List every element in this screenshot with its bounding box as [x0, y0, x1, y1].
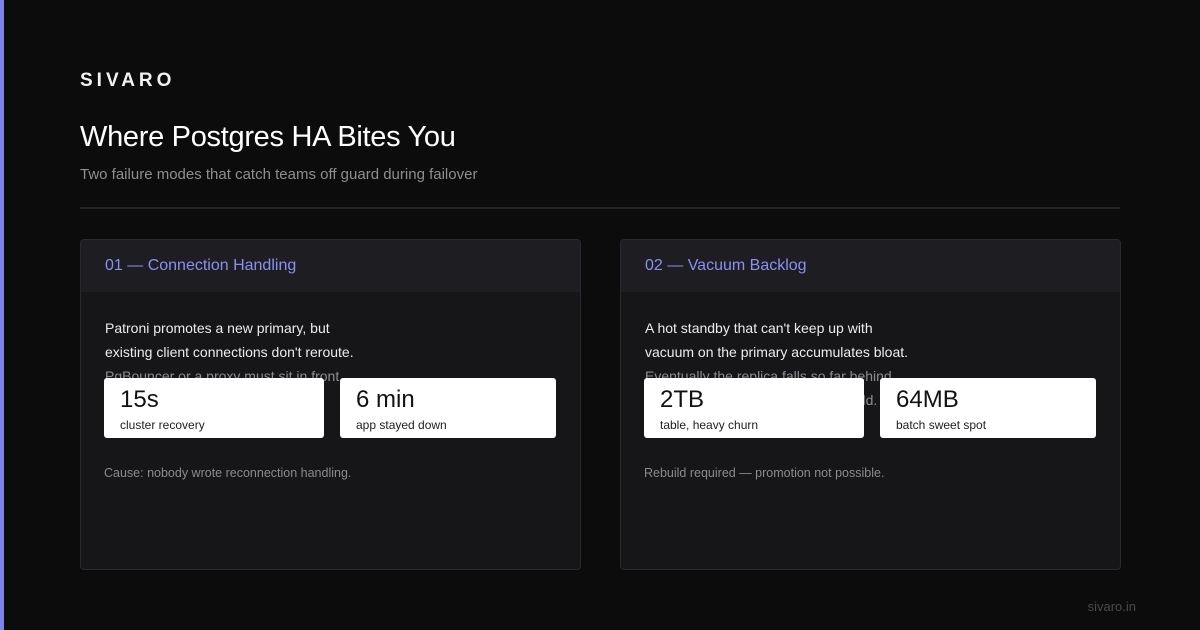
stat-value: 6 min [356, 386, 415, 413]
stat-box: 6 min app stayed down [340, 378, 556, 438]
card-vacuum-backlog: 02 — Vacuum Backlog A hot standby that c… [620, 239, 1121, 570]
stat-label: app stayed down [356, 418, 447, 432]
stat-label: cluster recovery [120, 418, 205, 432]
divider [80, 207, 1120, 209]
description-line: A hot standby that can't keep up with [645, 320, 873, 336]
card-title: 02 — Vacuum Backlog [645, 257, 807, 274]
stat-box: 15s cluster recovery [104, 378, 324, 438]
description-line: Patroni promotes a new primary, but [105, 320, 330, 336]
page-title: Where Postgres HA Bites You [80, 121, 456, 153]
stat-label: batch sweet spot [896, 418, 987, 432]
card-connection-handling: 01 — Connection Handling Patroni promote… [80, 239, 581, 570]
stat-value: 15s [120, 386, 159, 413]
description-line: existing client connections don't rerout… [105, 344, 354, 360]
stat-box: 64MB batch sweet spot [880, 378, 1096, 438]
site-url: sivaro.in [1087, 599, 1136, 614]
stat-value: 64MB [896, 386, 959, 413]
stats-row: 2TB table, heavy churn 64MB batch sweet … [644, 378, 1096, 438]
brand-logo: SIVARO [80, 70, 176, 91]
stat-label: table, heavy churn [660, 418, 759, 432]
stat-value: 2TB [660, 386, 705, 413]
accent-bar [0, 0, 4, 630]
card-footnote: Rebuild required — promotion not possibl… [644, 466, 885, 480]
card-header: 02 — Vacuum Backlog [621, 240, 1120, 292]
card-header: 01 — Connection Handling [81, 240, 580, 292]
stats-row: 15s cluster recovery 6 min app stayed do… [104, 378, 556, 438]
stat-box: 2TB table, heavy churn [644, 378, 864, 438]
card-footnote: Cause: nobody wrote reconnection handlin… [104, 466, 352, 480]
description-line: vacuum on the primary accumulates bloat. [645, 344, 909, 360]
page: SIVARO Where Postgres HA Bites You Two f… [0, 0, 1200, 630]
card-title: 01 — Connection Handling [105, 257, 297, 274]
page-subtitle: Two failure modes that catch teams off g… [80, 166, 478, 183]
